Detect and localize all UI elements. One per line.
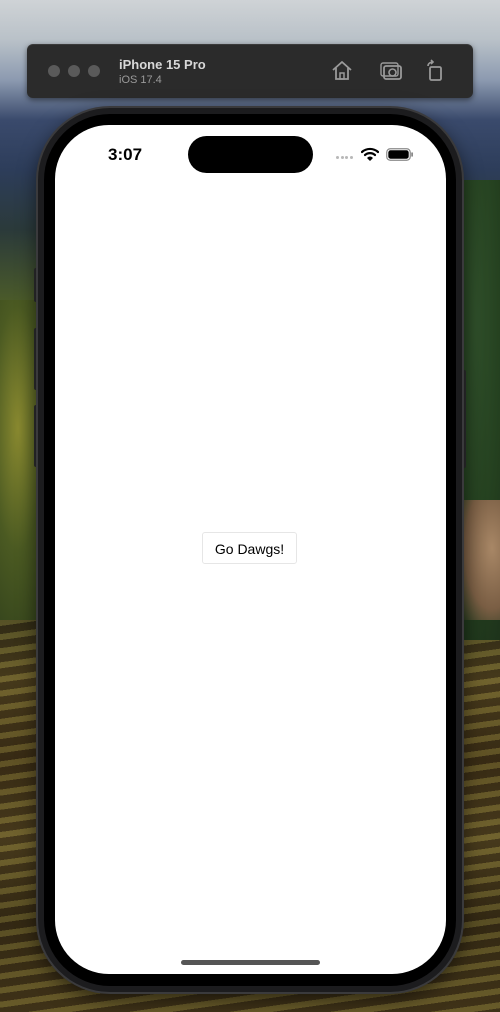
device-os-version: iOS 17.4 — [119, 74, 162, 86]
go-dawgs-button[interactable]: Go Dawgs! — [202, 532, 297, 564]
screenshot-icon[interactable] — [378, 58, 404, 84]
device-name: iPhone 15 Pro — [119, 57, 206, 72]
zoom-window-button[interactable] — [88, 65, 100, 77]
wifi-icon — [361, 147, 379, 161]
home-icon[interactable] — [329, 58, 355, 84]
dynamic-island — [188, 136, 313, 173]
simulator-toolbar: iPhone 15 Pro iOS 17.4 — [27, 44, 473, 98]
cellular-signal-icon — [336, 156, 356, 160]
minimize-window-button[interactable] — [68, 65, 80, 77]
battery-icon — [386, 148, 413, 161]
close-window-button[interactable] — [48, 65, 60, 77]
home-indicator[interactable] — [181, 960, 320, 965]
rotate-icon[interactable] — [422, 58, 448, 84]
status-bar-time: 3:07 — [108, 145, 143, 164]
desktop-wallpaper-road — [460, 500, 500, 620]
device-screen: 3:07 Go Dawgs! — [55, 125, 446, 974]
side-power-button[interactable] — [462, 370, 466, 468]
